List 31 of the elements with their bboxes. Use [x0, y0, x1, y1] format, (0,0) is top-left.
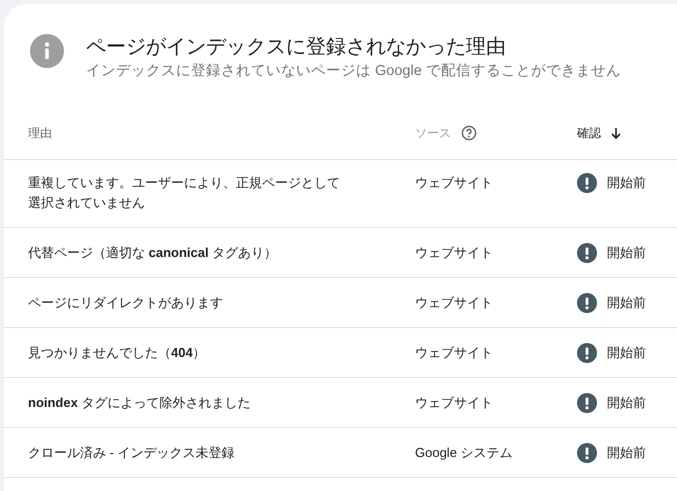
sort-arrow-icon [609, 126, 623, 140]
table-cell-text: ページにリダイレクトがあります [28, 294, 223, 312]
table-cell-text: ウェブサイト [415, 174, 493, 192]
section-title: ページがインデックスに登録されなかった理由 [86, 35, 507, 60]
alert-icon [577, 242, 597, 262]
status-text: 開始前 [607, 444, 646, 462]
table-cell-text: クロール済み - インデックス未登録 [28, 444, 235, 462]
info-icon [30, 34, 64, 68]
help-icon [461, 124, 477, 140]
table-cell-text: 見つかりませんでした（404） [28, 344, 206, 362]
status-text: 開始前 [607, 244, 646, 262]
table-cell-text: 代替ページ（適切な canonical タグあり） [28, 244, 278, 262]
alert-icon [577, 392, 597, 412]
section-subtitle: インデックスに登録されていないページは Google で配信することができません [86, 62, 621, 81]
column-header[interactable]: 確認 [577, 124, 601, 142]
status-text: 開始前 [607, 344, 646, 362]
alert-icon [577, 292, 597, 312]
table-cell-text: 重複しています。ユーザーにより、正規ページとして選択されていません [28, 174, 341, 212]
table-cell-text: noindex タグによって除外されました [28, 394, 250, 412]
table-cell-text: ウェブサイト [415, 294, 493, 312]
status-text: 開始前 [607, 294, 646, 312]
table-cell-text: ウェブサイト [415, 394, 493, 412]
table-cell-text: ウェブサイト [415, 344, 493, 362]
status-text: 開始前 [607, 174, 646, 192]
status-text: 開始前 [607, 394, 646, 412]
table-cell-text: Google システム [415, 444, 513, 462]
column-header[interactable]: 理由 [28, 124, 52, 142]
alert-icon [577, 442, 597, 462]
alert-icon [577, 342, 597, 362]
table-cell-text: ウェブサイト [415, 244, 493, 262]
alert-icon [577, 173, 597, 193]
